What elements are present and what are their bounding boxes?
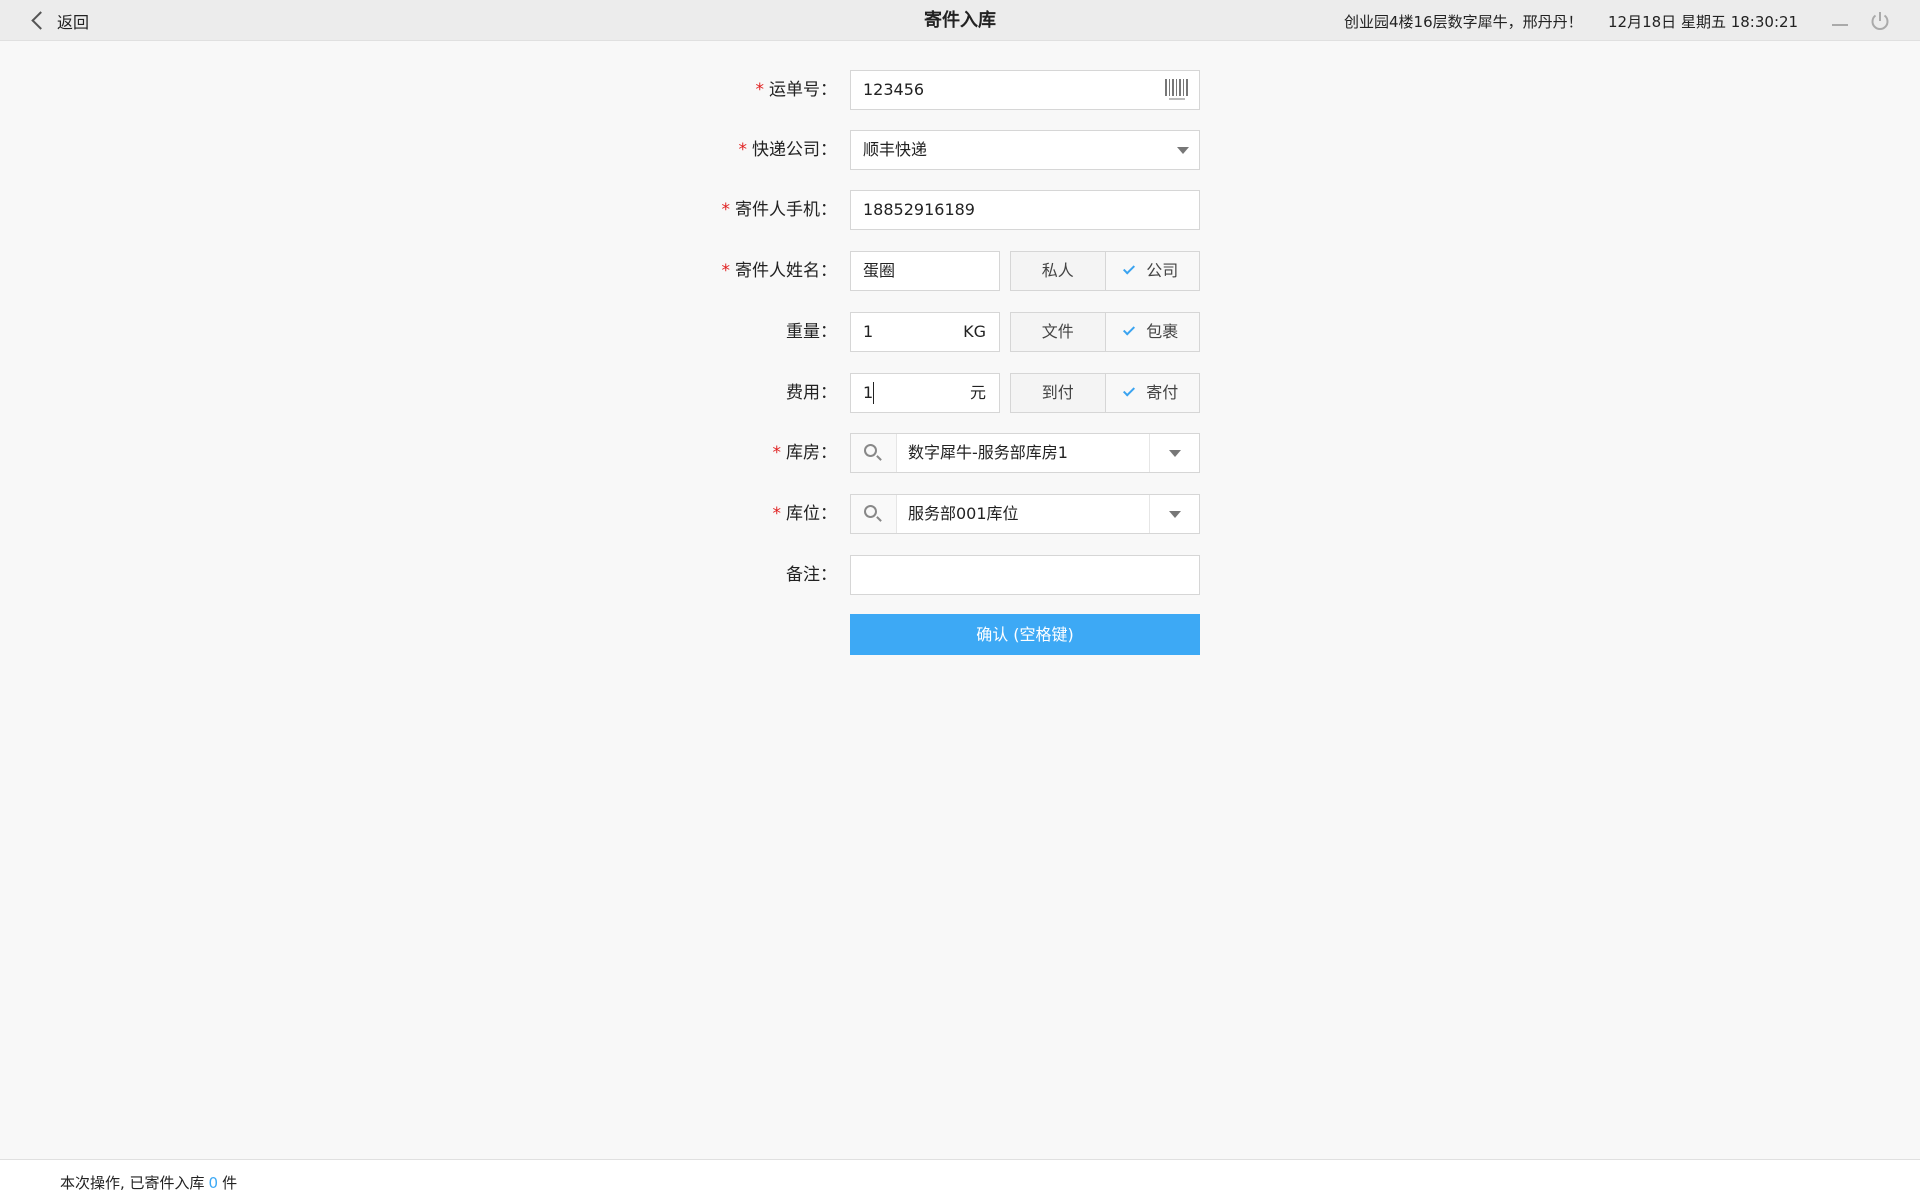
sender-phone-input[interactable]: 18852916189 (850, 190, 1200, 230)
payment-type-collect[interactable]: 到付 (1011, 374, 1105, 412)
weight-row: 重量： 1 KG 文件 包裹 (0, 312, 1920, 352)
parcel-type-document[interactable]: 文件 (1011, 313, 1105, 351)
check-icon (1123, 323, 1136, 336)
intake-count: 0 (208, 1174, 219, 1192)
remark-label: 备注： (786, 565, 837, 585)
top-bar: 返回 寄件入库 创业园4楼16层数字犀牛，邢丹丹！ 12月18日 星期五 18:… (0, 0, 1920, 41)
location-value: 服务部001库位 (908, 504, 1019, 523)
fee-label: 费用： (786, 383, 837, 403)
back-label: 返回 (57, 12, 90, 32)
status-footer: 本次操作, 已寄件入库 0 件 (0, 1159, 1920, 1200)
status-text: 本次操作, 已寄件入库 0 件 (60, 1174, 238, 1192)
parcel-type-toggle: 文件 包裹 (1010, 312, 1200, 352)
warehouse-dropdown[interactable] (1149, 434, 1199, 472)
waybill-input[interactable]: 123456 (850, 70, 1200, 110)
sender-type-private[interactable]: 私人 (1011, 252, 1105, 290)
back-button[interactable]: 返回 (28, 6, 89, 35)
courier-value: 顺丰快递 (863, 140, 928, 159)
waybill-value: 123456 (863, 80, 925, 99)
search-icon (864, 444, 877, 457)
remark-row: 备注： (0, 555, 1920, 595)
courier-row: * 快递公司： 顺丰快递 (0, 130, 1920, 170)
sender-type-toggle: 私人 公司 (1010, 251, 1200, 291)
sender-name-value: 蛋圈 (863, 261, 896, 280)
location-label: * 库位： (772, 504, 838, 524)
payment-type-toggle: 到付 寄付 (1010, 373, 1200, 413)
fee-value: 1 (863, 382, 875, 404)
warehouse-value: 数字犀牛-服务部库房1 (908, 443, 1068, 462)
dropdown-arrow-icon (1169, 511, 1181, 518)
sender-name-row: * 寄件人姓名： 蛋圈 私人 公司 (0, 251, 1920, 291)
chevron-left-icon (31, 11, 50, 30)
sender-name-label: * 寄件人姓名： (721, 261, 838, 281)
sender-phone-row: * 寄件人手机： 18852916189 (0, 190, 1920, 230)
barcode-icon[interactable] (1165, 79, 1189, 105)
fee-unit: 元 (969, 383, 986, 402)
sender-phone-value: 18852916189 (863, 200, 975, 219)
location-select[interactable]: 服务部001库位 (850, 494, 1200, 534)
location-dropdown[interactable] (1149, 495, 1199, 533)
datetime-text: 12月18日 星期五 18:30:21 (1608, 13, 1799, 31)
search-icon (864, 505, 877, 518)
confirm-button[interactable]: 确认 (空格键) (850, 614, 1200, 655)
dropdown-arrow-icon (1177, 147, 1189, 154)
fee-input[interactable]: 1 元 (850, 373, 1000, 413)
warehouse-row: * 库房： 数字犀牛-服务部库房1 (0, 433, 1920, 473)
greeting-text: 创业园4楼16层数字犀牛，邢丹丹！ (1344, 13, 1583, 31)
payment-type-prepaid[interactable]: 寄付 (1104, 374, 1199, 412)
sender-type-company[interactable]: 公司 (1104, 252, 1199, 290)
courier-select[interactable]: 顺丰快递 (850, 130, 1200, 170)
warehouse-search[interactable] (851, 434, 897, 472)
weight-unit: KG (963, 322, 986, 341)
check-icon (1123, 384, 1136, 397)
weight-label: 重量： (786, 322, 837, 342)
fee-row: 费用： 1 元 到付 寄付 (0, 373, 1920, 413)
waybill-row: * 运单号： 123456 (0, 70, 1920, 110)
sender-name-input[interactable]: 蛋圈 (850, 251, 1000, 291)
dropdown-arrow-icon (1169, 450, 1181, 457)
weight-input[interactable]: 1 KG (850, 312, 1000, 352)
check-icon (1123, 262, 1136, 275)
location-row: * 库位： 服务部001库位 (0, 494, 1920, 534)
waybill-label: * 运单号： (755, 80, 838, 100)
minimize-icon[interactable] (1830, 12, 1850, 28)
sender-phone-label: * 寄件人手机： (721, 200, 838, 220)
location-search[interactable] (851, 495, 897, 533)
weight-value: 1 (863, 322, 874, 341)
power-icon[interactable] (1868, 9, 1892, 33)
warehouse-label: * 库房： (772, 443, 838, 463)
courier-label: * 快递公司： (738, 140, 838, 160)
parcel-type-package[interactable]: 包裹 (1104, 313, 1199, 351)
warehouse-select[interactable]: 数字犀牛-服务部库房1 (850, 433, 1200, 473)
remark-input[interactable] (850, 555, 1200, 595)
